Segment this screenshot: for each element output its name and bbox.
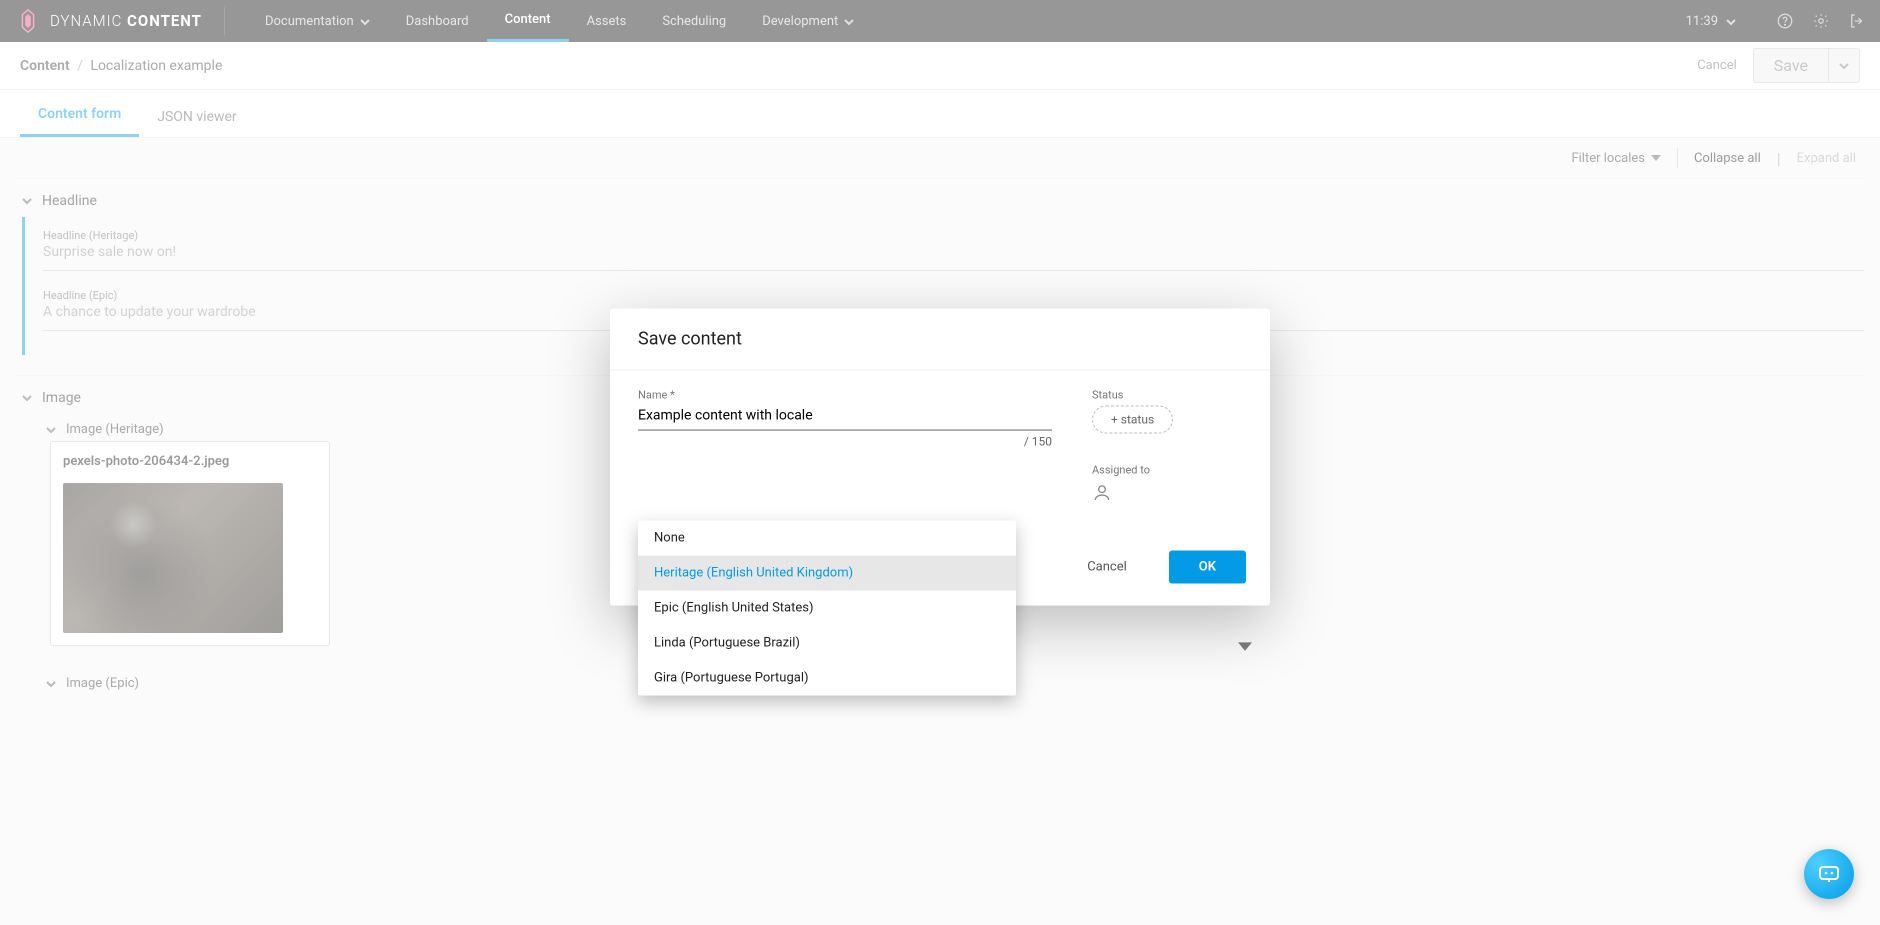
chat-fab[interactable] [1804,849,1854,899]
status-chip[interactable]: + status [1092,405,1173,433]
modal-title: Save content [610,308,1270,370]
dropdown-caret-icon[interactable] [1238,638,1252,652]
modal-cancel-button[interactable]: Cancel [1057,550,1157,583]
modal-assigned-label: Assigned to [1092,463,1242,476]
locale-option-linda[interactable]: Linda (Portuguese Brazil) [638,625,1016,660]
modal-assigned: Assigned to [1092,463,1242,506]
modal-name-count: / 150 [638,434,1052,448]
save-content-modal: Save content Name * / 150 Status + statu… [610,308,1270,605]
modal-name-label: Name * [638,388,1052,401]
modal-status-label: Status [1092,388,1242,401]
locale-dropdown: None Heritage (English United Kingdom) E… [638,520,1016,695]
locale-option-none[interactable]: None [638,520,1016,555]
modal-name-input[interactable] [638,401,1052,430]
user-icon[interactable] [1092,482,1112,502]
locale-option-epic[interactable]: Epic (English United States) [638,590,1016,625]
locale-option-gira[interactable]: Gira (Portuguese Portugal) [638,660,1016,695]
modal-name-field: Name * / 150 [638,388,1052,448]
locale-option-heritage[interactable]: Heritage (English United Kingdom) [638,555,1016,590]
modal-ok-button[interactable]: OK [1169,550,1246,583]
